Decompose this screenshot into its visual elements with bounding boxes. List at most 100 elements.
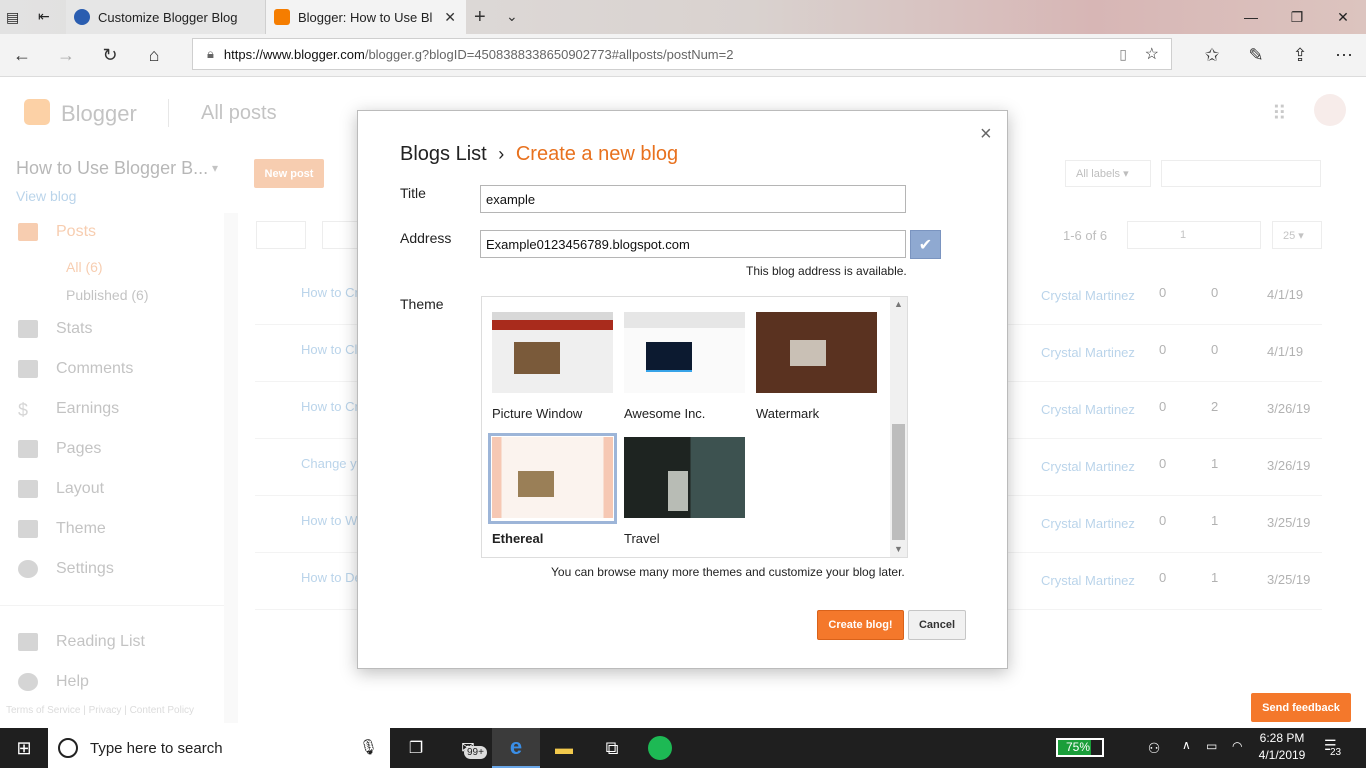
scroll-down-icon[interactable]: ▼ (894, 544, 903, 554)
blog-chevron-down-icon[interactable]: ▾ (212, 161, 218, 175)
minimize-icon[interactable]: — (1228, 0, 1274, 34)
post-search-input[interactable] (1161, 160, 1321, 187)
nav-published[interactable]: Published (6) (66, 287, 149, 303)
share-icon[interactable]: ⇪ (1280, 35, 1320, 75)
home-icon[interactable]: ⌂ (134, 35, 174, 75)
post-author[interactable]: Crystal Martinez (1041, 516, 1135, 531)
refresh-icon[interactable]: ↻ (90, 35, 130, 75)
theme-thumb-awesome-inc[interactable] (624, 312, 745, 393)
terms-link[interactable]: Terms of Service (6, 705, 80, 716)
post-author[interactable]: Crystal Martinez (1041, 573, 1135, 588)
content-policy-link[interactable]: Content Policy (130, 705, 194, 716)
close-window-icon[interactable]: ✕ (1320, 0, 1366, 34)
address-input[interactable]: Example0123456789.blogspot.com (480, 230, 906, 258)
label-tag-button[interactable] (322, 221, 358, 249)
tray-chevron-icon[interactable]: ∧ (1182, 738, 1191, 752)
sidebar-scrollbar[interactable] (224, 213, 238, 723)
windows-start-icon[interactable]: ⊞ (0, 728, 48, 768)
theme-scrollbar[interactable]: ▲ ▼ (890, 297, 907, 557)
nav-theme[interactable]: Theme (18, 520, 106, 538)
spotify-icon[interactable] (636, 728, 684, 768)
new-tab-icon[interactable]: + (474, 6, 486, 29)
reading-view-icon[interactable]: ▯ (1119, 46, 1127, 63)
close-tab-icon[interactable]: ✕ (444, 9, 456, 26)
scroll-thumb[interactable] (892, 424, 905, 540)
star-icon[interactable]: ☆ (1145, 44, 1159, 64)
send-feedback-button[interactable]: Send feedback (1251, 693, 1351, 722)
theme-thumb-travel[interactable] (624, 437, 745, 518)
more-icon[interactable]: ⋯ (1324, 35, 1364, 75)
select-all-checkbox[interactable] (256, 221, 306, 249)
theme-name[interactable]: Travel (624, 531, 660, 546)
microphone-icon[interactable]: 🎙︎ (359, 738, 378, 756)
post-author[interactable]: Crystal Martinez (1041, 288, 1135, 303)
notifications-icon[interactable]: ☰ 23 (1324, 737, 1342, 758)
nav-layout[interactable]: Layout (18, 480, 104, 498)
wifi-icon[interactable]: ◠ (1232, 739, 1242, 753)
address-bar[interactable]: 🔒︎ https://www.blogger.com/blogger.g?blo… (192, 38, 1172, 70)
theme-thumb-ethereal[interactable] (492, 437, 613, 518)
tabs-aside-icon[interactable]: ⇤ (38, 8, 54, 24)
nav-all[interactable]: All (6) (66, 259, 103, 275)
theme-thumb-watermark[interactable] (756, 312, 877, 393)
theme-name[interactable]: Picture Window (492, 406, 582, 421)
scroll-up-icon[interactable]: ▲ (894, 299, 903, 309)
post-title[interactable]: How to W (301, 513, 357, 528)
clock[interactable]: 6:28 PM 4/1/2019 (1258, 731, 1306, 762)
store-icon[interactable]: ⧉ (588, 728, 636, 768)
post-author[interactable]: Crystal Martinez (1041, 345, 1135, 360)
close-dialog-icon[interactable]: × (980, 123, 992, 146)
pen-icon[interactable]: ✎ (1236, 35, 1276, 75)
breadcrumb-blogs-list[interactable]: Blogs List (400, 143, 487, 165)
nav-help[interactable]: Help (18, 673, 89, 691)
taskbar-search-box[interactable]: Type here to search 🎙︎ (48, 728, 390, 768)
avatar[interactable] (1314, 94, 1346, 126)
tab-customize-blogger[interactable]: Customize Blogger Blog (66, 0, 266, 34)
tab-list-chevron-icon[interactable]: ⌄ (506, 8, 518, 25)
title-input[interactable]: example (480, 185, 906, 213)
nav-settings[interactable]: Settings (18, 560, 114, 578)
theme-picker[interactable]: Picture Window Awesome Inc. Watermark Et… (481, 296, 908, 558)
nav-stats[interactable]: Stats (18, 320, 92, 338)
nav-reading-list[interactable]: Reading List (18, 633, 145, 651)
nav-posts[interactable]: Posts (18, 223, 96, 241)
theme-name[interactable]: Watermark (756, 406, 819, 421)
post-author[interactable]: Crystal Martinez (1041, 402, 1135, 417)
post-title[interactable]: How to Cl (301, 342, 357, 357)
post-title[interactable]: Change y (301, 456, 357, 471)
theme-name-selected[interactable]: Ethereal (492, 531, 543, 546)
task-view-icon[interactable]: ❐ (392, 728, 440, 768)
tab-blogger-active[interactable]: Blogger: How to Use Bl ✕ (266, 0, 466, 34)
battery-tray-icon[interactable]: ▭ (1206, 739, 1217, 753)
mail-icon[interactable]: ✉ 99+ (444, 728, 492, 768)
post-title[interactable]: How to Cr (301, 285, 359, 300)
post-author[interactable]: Crystal Martinez (1041, 459, 1135, 474)
maximize-icon[interactable]: ❐ (1274, 0, 1320, 34)
post-title[interactable]: How to Cr (301, 399, 359, 414)
post-title[interactable]: How to De (301, 570, 362, 585)
forward-icon[interactable]: → (46, 35, 86, 75)
tab-actions-icon[interactable]: ▤ (6, 9, 22, 25)
apps-grid-icon[interactable]: ⠿ (1272, 101, 1287, 126)
file-explorer-icon[interactable]: ▬ (540, 728, 588, 768)
new-post-button[interactable]: New post (254, 159, 324, 188)
check-availability-icon[interactable]: ✔ (910, 230, 941, 259)
theme-name[interactable]: Awesome Inc. (624, 406, 705, 421)
blog-name[interactable]: How to Use Blogger B... (16, 158, 208, 179)
cancel-button[interactable]: Cancel (908, 610, 966, 640)
pagination[interactable]: 1 (1127, 221, 1261, 249)
privacy-link[interactable]: Privacy (89, 705, 122, 716)
create-blog-button[interactable]: Create blog! (817, 610, 904, 640)
nav-pages[interactable]: Pages (18, 440, 101, 458)
people-icon[interactable]: ⚇ (1130, 728, 1178, 768)
battery-indicator[interactable]: 75% (1056, 738, 1104, 757)
edge-icon[interactable]: e (492, 728, 540, 768)
labels-dropdown[interactable]: All labels ▾ (1065, 160, 1151, 187)
back-icon[interactable]: ← (2, 35, 42, 75)
nav-comments[interactable]: Comments (18, 360, 133, 378)
view-blog-link[interactable]: View blog (16, 188, 76, 204)
per-page-select[interactable]: 25 ▾ (1272, 221, 1322, 249)
favorites-icon[interactable]: ✩ (1192, 35, 1232, 75)
nav-earnings[interactable]: $ Earnings (18, 400, 119, 420)
theme-thumb-picture-window[interactable] (492, 312, 613, 393)
